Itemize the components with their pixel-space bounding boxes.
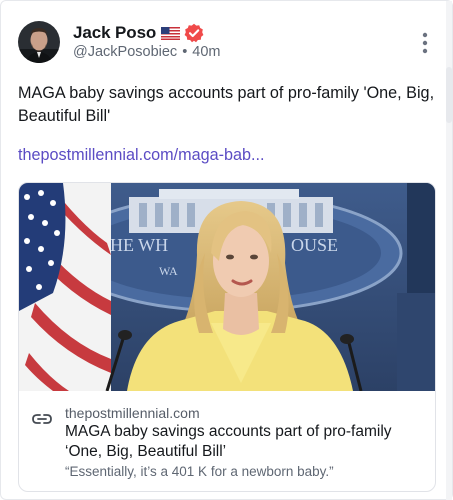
link-preview-image[interactable]: THE WH OUSE WA: [19, 183, 435, 392]
author-handle[interactable]: @JackPosobiec: [73, 44, 177, 60]
meta-separator: •: [182, 44, 188, 60]
more-options-icon[interactable]: [415, 31, 435, 55]
link-preview-domain: thepostmillennial.com: [65, 405, 200, 421]
author-meta: @JackPosobiec • 40m: [73, 44, 220, 60]
scrollbar-track[interactable]: [446, 1, 452, 500]
post-link[interactable]: thepostmillennial.com/maga-bab...: [18, 144, 265, 167]
author-avatar[interactable]: [18, 21, 60, 63]
seal-text-right: OUSE: [291, 235, 338, 255]
author-name-row: Jack Poso: [73, 22, 204, 44]
link-preview-footer[interactable]: thepostmillennial.com MAGA baby savings …: [19, 391, 435, 491]
post-text: MAGA baby savings accounts part of pro-f…: [18, 84, 435, 125]
link-preview-card[interactable]: THE WH OUSE WA thepostmillennial.com MAG…: [18, 182, 436, 492]
post-time[interactable]: 40m: [192, 44, 220, 60]
us-flag-icon: [161, 26, 181, 40]
seal-text-bottom: WA: [159, 264, 178, 278]
link-icon: [32, 412, 52, 426]
scrollbar-thumb[interactable]: [446, 67, 452, 123]
verified-badge-icon: [184, 23, 204, 43]
link-preview-description: “Essentially, it’s a 401 K for a newborn…: [65, 464, 334, 479]
link-preview-title[interactable]: MAGA baby savings accounts part of pro-f…: [65, 422, 425, 462]
post-container[interactable]: Jack Poso @JackPosobiec • 40m MAGA baby …: [0, 0, 453, 500]
author-name[interactable]: Jack Poso: [73, 23, 156, 43]
